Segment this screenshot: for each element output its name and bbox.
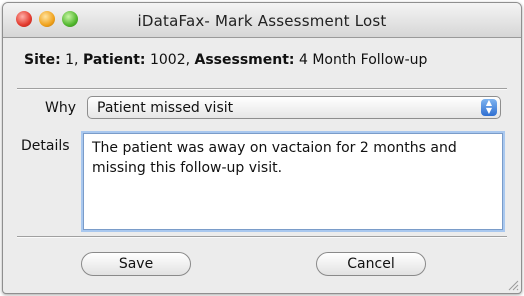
details-textarea[interactable]: The patient was away on vactaion for 2 m…: [83, 133, 503, 230]
why-select-value: Patient missed visit: [97, 100, 234, 116]
cancel-button[interactable]: Cancel: [316, 252, 426, 276]
divider-bottom: [17, 236, 507, 238]
resize-grip-icon[interactable]: [507, 279, 519, 291]
dialog-window: iDataFax- Mark Assessment Lost Site: 1, …: [2, 2, 522, 294]
details-label: Details: [21, 138, 70, 154]
save-button[interactable]: Save: [81, 252, 191, 276]
why-select[interactable]: Patient missed visit ▲ ▼: [87, 96, 501, 119]
divider-top: [17, 88, 507, 90]
window-title: iDataFax- Mark Assessment Lost: [137, 12, 387, 30]
patient-label: Patient:: [82, 52, 146, 68]
why-label: Why: [45, 100, 77, 116]
site-value: 1,: [65, 52, 79, 68]
assessment-label: Assessment:: [194, 52, 295, 68]
site-label: Site:: [24, 52, 61, 68]
title-bar[interactable]: iDataFax- Mark Assessment Lost: [3, 3, 521, 38]
updown-arrows-icon: ▲ ▼: [481, 99, 497, 116]
patient-value: 1002,: [149, 52, 191, 68]
assessment-value: 4 Month Follow-up: [298, 52, 428, 68]
assessment-info: Site: 1, Patient: 1002, Assessment: 4 Mo…: [24, 52, 427, 68]
